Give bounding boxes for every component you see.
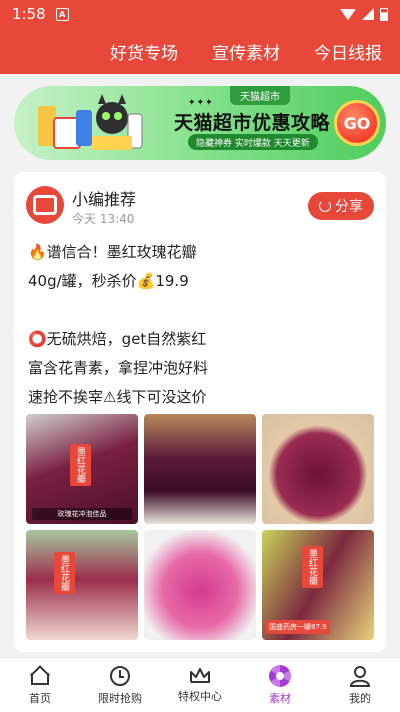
nav-material[interactable]: 素材 [240,658,320,712]
product-photo-2[interactable] [144,414,256,524]
post-card: 小编推荐 今天 13:40 分享 🔥谱信合！墨红玫瑰花瓣 40g/罐，秒杀价💰1… [14,172,386,652]
battery-icon [380,7,388,21]
product-photo-5[interactable] [144,530,256,640]
status-bar: 1:58 A [0,0,400,28]
nav-label: 首页 [29,691,51,705]
tab-good-deals[interactable]: 好货专场 [110,39,178,64]
nav-home[interactable]: 首页 [0,658,80,712]
signal-icon [362,8,374,20]
product-photo-1[interactable]: 墨红花瓣 玫瑰花冲泡佳品 [26,414,138,524]
share-icon [319,200,331,212]
post-line: 40g/罐，秒杀价💰19.9 [28,272,189,290]
post-line: ⭕无硫烘焙，get自然紫红 [28,330,207,348]
tab-daily-news[interactable]: 今日线报 [314,39,382,64]
tab-promo-material[interactable]: 宣传素材 [212,39,280,64]
post-text: 🔥谱信合！墨红玫瑰花瓣 40g/罐，秒杀价💰19.9 ⭕无硫烘焙，get自然紫红… [28,238,378,412]
product-photo-3[interactable] [262,414,374,524]
nav-label: 素材 [269,691,291,705]
jar-label: 墨红花瓣 [302,546,323,588]
app-notification-icon: A [55,7,69,21]
aperture-icon [269,664,291,687]
nav-flash-sale[interactable]: 限时抢购 [80,658,160,712]
product-photo-6[interactable]: 墨红花瓣 国盛药房一罐87.9 [262,530,374,640]
photo-grid: 墨红花瓣 玫瑰花冲泡佳品 墨红花瓣 墨红花瓣 国盛药房一罐87.9 [26,414,374,640]
top-header: 好货专场 宣传素材 今日线报 [0,28,400,74]
post-time: 今天 13:40 [72,212,135,226]
nav-privilege-center[interactable]: 特权中心 [160,658,240,712]
jar-label: 墨红花瓣 [54,552,75,594]
post-line [28,296,378,325]
shopping-bag-icon [33,195,57,215]
bottom-nav: 首页 限时抢购 特权中心 素材 我的 [0,657,400,712]
share-label: 分享 [335,199,363,215]
person-icon [349,665,371,687]
post-line: 速抢不挨宰⚠线下可没这价 [28,388,207,406]
home-icon [29,664,51,687]
post-line: 富含花青素，拿捏冲泡好料 [28,359,209,377]
nav-profile[interactable]: 我的 [320,658,400,712]
banner-badge: 天猫超市 [230,86,290,105]
photo-caption: 玫瑰花冲泡佳品 [32,508,132,520]
alarm-clock-icon [109,665,131,687]
banner-products-illustration [38,94,143,150]
crown-icon [190,667,210,683]
tmall-supermarket-banner[interactable]: 天猫超市 ✦✦✦ 天猫超市优惠攻略 隐藏神券 实时爆款 天天更新 GO [14,86,386,160]
nav-label: 限时抢购 [98,691,142,705]
banner-go-button[interactable]: GO [334,100,380,146]
wifi-icon [340,8,356,20]
banner-subtitle: 隐藏神券 实时爆款 天天更新 [188,134,318,150]
status-time: 1:58 [12,5,46,23]
post-line: 🔥谱信合！墨红玫瑰花瓣 [28,243,197,261]
avatar[interactable] [26,186,64,224]
jar-label: 墨红花瓣 [70,444,91,486]
product-photo-4[interactable]: 墨红花瓣 [26,530,138,640]
status-indicators [340,7,388,21]
nav-label: 我的 [349,691,371,705]
banner-stars: ✦✦✦ [188,98,214,108]
promo-chip: 国盛药房一罐87.9 [266,620,330,634]
nav-label: 特权中心 [178,689,222,703]
share-button[interactable]: 分享 [308,192,374,220]
post-author: 小编推荐 [72,190,137,209]
banner-title: 天猫超市优惠攻略 [174,112,331,134]
